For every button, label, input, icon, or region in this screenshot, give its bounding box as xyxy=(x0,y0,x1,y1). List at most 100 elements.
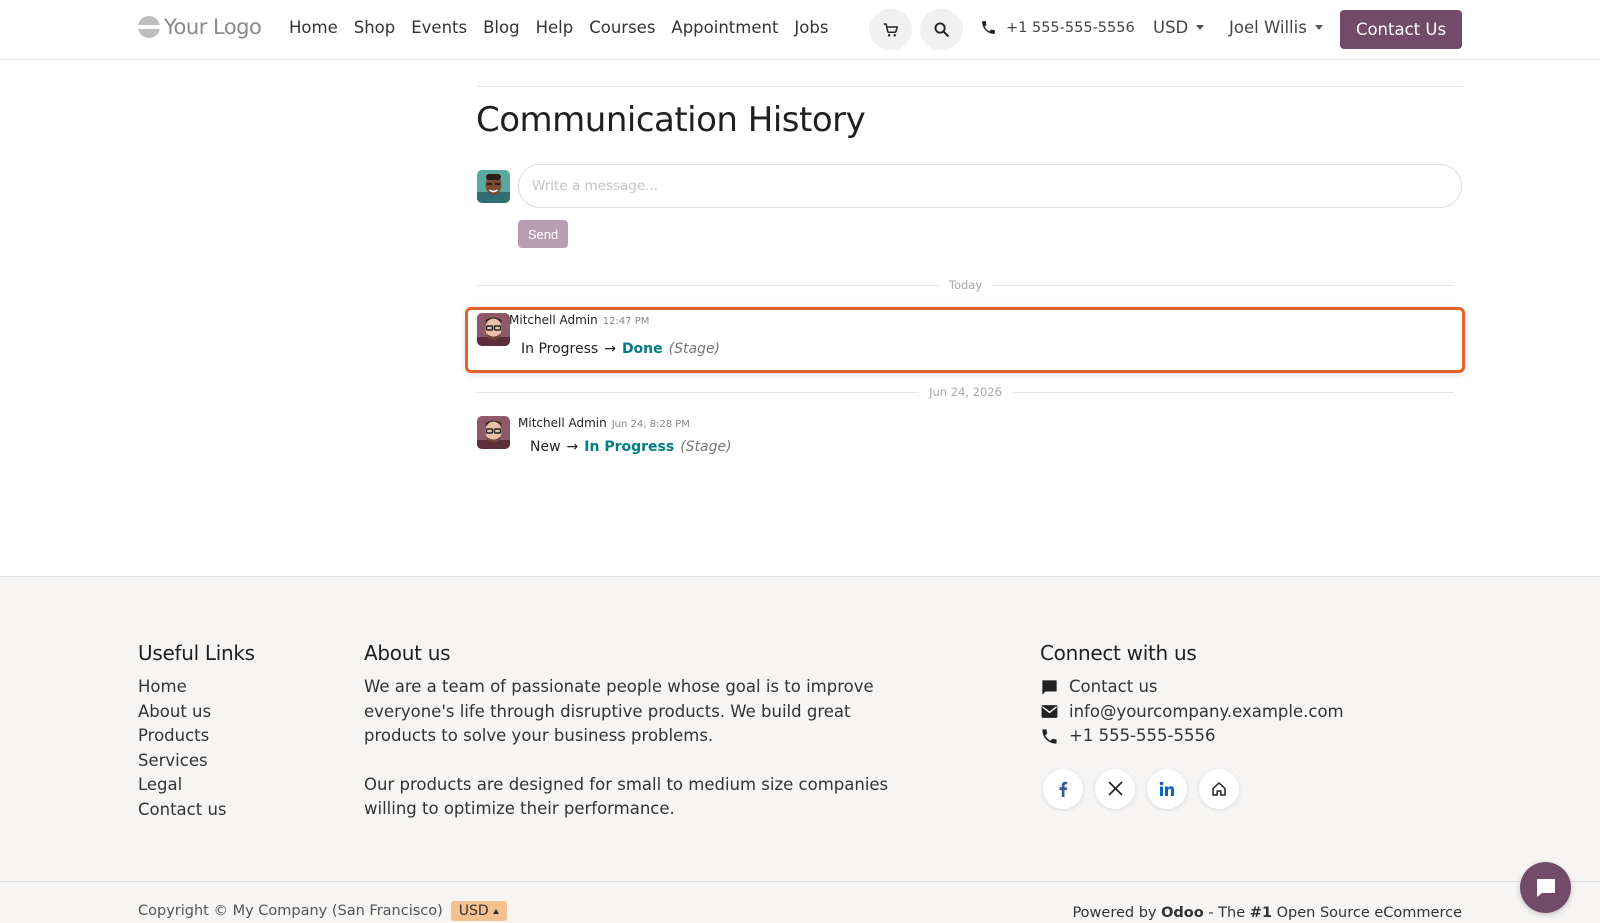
arrow-icon: → xyxy=(566,439,579,455)
nav-jobs[interactable]: Jobs xyxy=(794,18,828,37)
chevron-down-icon xyxy=(1196,25,1205,30)
nav-appointment[interactable]: Appointment xyxy=(671,18,778,37)
new-value: Done xyxy=(621,341,663,357)
arrow-icon: → xyxy=(604,341,616,357)
about-section: About us We are a team of passionate peo… xyxy=(364,641,894,822)
linkedin-link[interactable] xyxy=(1147,768,1187,809)
old-value: New xyxy=(530,439,561,455)
logo-text: Your Logo xyxy=(164,15,262,39)
nav-shop[interactable]: Shop xyxy=(354,18,396,37)
footer-link-services[interactable]: Services xyxy=(138,749,255,774)
footer-link-contact[interactable]: Contact us xyxy=(138,798,255,823)
connect-phone-link[interactable]: +1 555-555-5556 xyxy=(1040,724,1344,749)
powered-prefix: Powered by xyxy=(1072,905,1157,921)
connect-email-link[interactable]: info@yourcompany.example.com xyxy=(1040,700,1344,725)
site-header: Your Logo Home Shop Events Blog Help Cou… xyxy=(0,0,1600,60)
powered-suffix: - The xyxy=(1208,905,1246,921)
connect-phone: +1 555-555-5556 xyxy=(1069,726,1216,746)
logo[interactable]: Your Logo xyxy=(138,15,262,39)
connect-section: Connect with us Contact us info@yourcomp… xyxy=(1040,641,1344,809)
tracking-value: In Progress → Done (Stage) xyxy=(521,341,720,357)
social-links xyxy=(1043,768,1344,809)
footer-link-legal[interactable]: Legal xyxy=(138,773,255,798)
author-name[interactable]: Mitchell Admin xyxy=(509,313,598,327)
footer-currency-label: USD xyxy=(458,903,489,919)
nav-home[interactable]: Home xyxy=(289,18,338,37)
contact-us-button[interactable]: Contact Us xyxy=(1340,10,1462,49)
nav-events[interactable]: Events xyxy=(411,18,467,37)
date-separator-label: Jun 24, 2026 xyxy=(929,385,1002,399)
copyright-text: Copyright © My Company (San Francisco) xyxy=(138,903,443,919)
date-separator-label: Today xyxy=(948,278,983,292)
comment-icon xyxy=(1042,680,1057,695)
about-paragraph: Our products are designed for small to m… xyxy=(364,774,889,819)
connect-contact-label: Contact us xyxy=(1069,677,1158,696)
search-icon xyxy=(934,22,949,37)
cart-icon xyxy=(883,22,898,36)
date-separator: Jun 24, 2026 xyxy=(477,384,1454,400)
odoo-link[interactable]: Odoo xyxy=(1161,905,1204,921)
x-link[interactable] xyxy=(1095,768,1135,809)
chevron-down-icon xyxy=(1314,25,1323,30)
about-paragraph: We are a team of passionate people whose… xyxy=(364,677,874,746)
tracking-value: New → In Progress (Stage) xyxy=(530,439,732,455)
nav-courses[interactable]: Courses xyxy=(589,18,655,37)
header-phone[interactable]: +1 555-555-5556 xyxy=(980,19,1135,36)
envelope-icon xyxy=(1041,705,1058,719)
linkedin-icon xyxy=(1159,781,1174,796)
user-name: Joel Willis xyxy=(1229,18,1307,37)
phone-icon xyxy=(1042,729,1057,744)
tracked-field: (Stage) xyxy=(680,439,732,455)
home-link[interactable] xyxy=(1199,768,1239,809)
message-item[interactable]: Mitchell Admin Jun 24, 8:28 PM New → In … xyxy=(477,413,1462,479)
message-input[interactable] xyxy=(518,164,1462,208)
nav-blog[interactable]: Blog xyxy=(483,18,519,37)
powered-tail: Open Source eCommerce xyxy=(1276,905,1462,921)
x-icon xyxy=(1107,781,1123,796)
powered-rank: #1 xyxy=(1249,905,1273,921)
footer-link-about[interactable]: About us xyxy=(138,700,255,725)
currency-label: USD xyxy=(1153,18,1189,37)
chat-icon xyxy=(1536,878,1555,897)
footer-link-products[interactable]: Products xyxy=(138,724,255,749)
old-value: In Progress xyxy=(521,341,599,357)
message-time: Jun 24, 8:28 PM xyxy=(611,419,690,430)
message-header: Mitchell Admin Jun 24, 8:28 PM xyxy=(518,416,690,430)
connect-contact-link[interactable]: Contact us xyxy=(1040,675,1344,700)
footer-currency-selector[interactable]: USD xyxy=(450,901,507,921)
author-name[interactable]: Mitchell Admin xyxy=(518,416,607,430)
copyright: Copyright © My Company (San Francisco) U… xyxy=(138,901,507,921)
tracked-field: (Stage) xyxy=(668,341,721,357)
author-avatar xyxy=(477,416,510,449)
user-menu[interactable]: Joel Willis xyxy=(1229,18,1323,37)
current-user-avatar xyxy=(477,170,510,203)
livechat-button[interactable] xyxy=(1520,862,1571,913)
date-separator: Today xyxy=(477,277,1455,293)
new-value: In Progress xyxy=(584,439,675,455)
powered-by: Powered by Odoo - The #1 Open Source eCo… xyxy=(1072,905,1462,921)
phone-icon xyxy=(982,21,995,34)
about-title: About us xyxy=(364,641,451,665)
section-divider xyxy=(477,86,1462,87)
useful-links-title: Useful Links xyxy=(138,641,255,665)
nav-help[interactable]: Help xyxy=(536,18,574,37)
cart-button[interactable] xyxy=(869,9,912,50)
send-button[interactable]: Send xyxy=(518,220,568,248)
copyright-divider xyxy=(0,881,1600,882)
message-header: Mitchell Admin 12:47 PM xyxy=(509,313,649,327)
connect-email: info@yourcompany.example.com xyxy=(1069,701,1344,721)
home-icon xyxy=(1212,782,1226,796)
header-phone-number: +1 555-555-5556 xyxy=(1006,19,1135,36)
search-button[interactable] xyxy=(920,9,963,50)
chevron-up-icon xyxy=(492,908,499,914)
currency-dropdown[interactable]: USD xyxy=(1153,18,1205,37)
facebook-icon xyxy=(1059,781,1068,797)
author-avatar xyxy=(477,313,510,346)
logo-mark-icon xyxy=(138,16,160,38)
footer-link-home[interactable]: Home xyxy=(138,675,255,700)
facebook-link[interactable] xyxy=(1043,768,1083,809)
site-footer: Useful Links Home About us Products Serv… xyxy=(0,576,1600,923)
page-title: Communication History xyxy=(476,100,866,140)
message-item[interactable]: Mitchell Admin 12:47 PM In Progress → Do… xyxy=(465,307,1465,373)
useful-links-section: Useful Links Home About us Products Serv… xyxy=(138,641,255,823)
